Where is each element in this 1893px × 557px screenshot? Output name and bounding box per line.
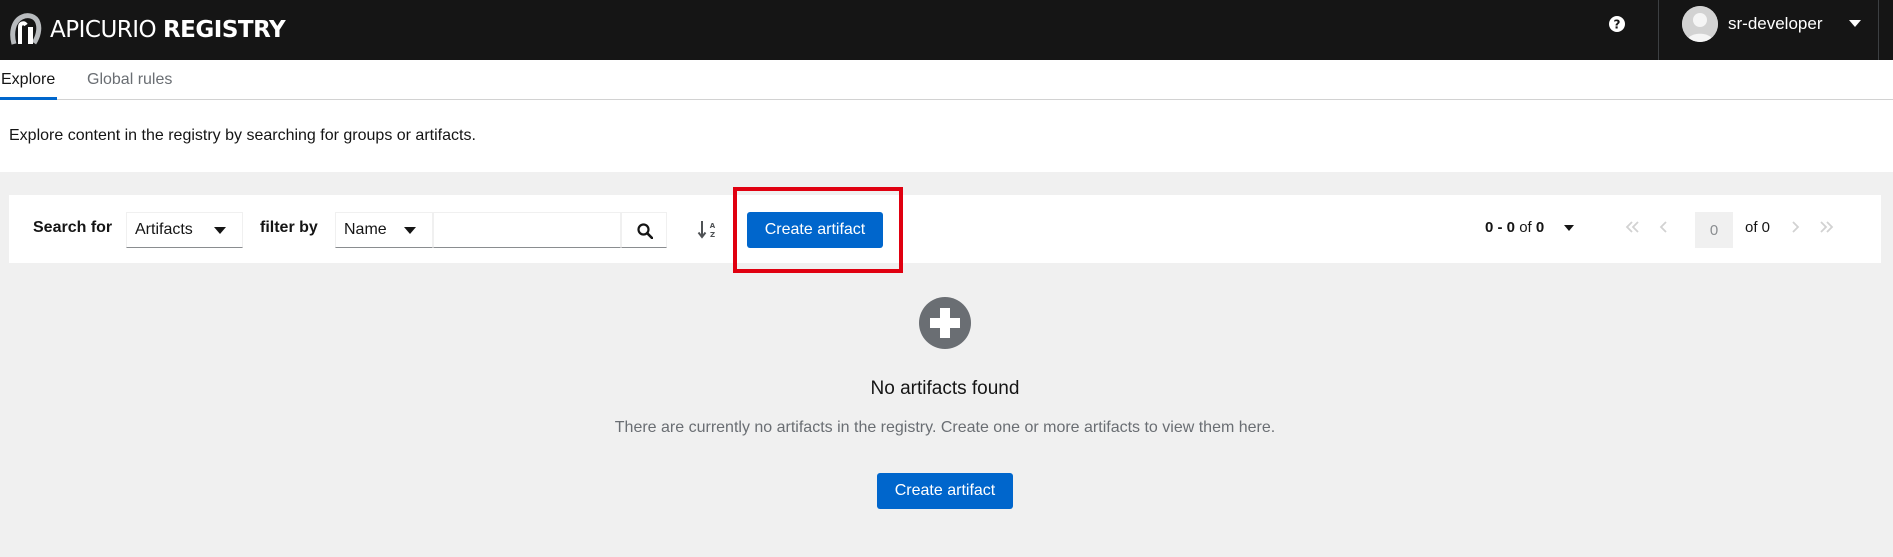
empty-state-create-artifact-button[interactable]: Create artifact bbox=[877, 473, 1013, 509]
pagination-total: 0 bbox=[1535, 219, 1545, 236]
search-for-select[interactable]: Artifacts bbox=[126, 212, 243, 248]
last-page-icon[interactable] bbox=[1814, 215, 1838, 239]
first-page-icon[interactable] bbox=[1621, 215, 1645, 239]
empty-state-body: There are currently no artifacts in the … bbox=[614, 419, 1276, 436]
create-artifact-button[interactable]: Create artifact bbox=[747, 212, 883, 248]
caret-down-icon bbox=[214, 227, 226, 234]
page-description-section: Explore content in the registry by searc… bbox=[0, 100, 1893, 172]
filter-by-label: filter by bbox=[260, 219, 318, 236]
brand-name-bold: REGISTRY bbox=[162, 17, 286, 43]
brand[interactable]: APICURIO REGISTRY bbox=[8, 10, 286, 50]
tab-explore[interactable]: Explore bbox=[0, 60, 58, 100]
search-icon bbox=[637, 223, 653, 239]
empty-state-title: No artifacts found bbox=[870, 378, 1020, 399]
pagination-caret-down-icon[interactable] bbox=[1561, 222, 1577, 234]
user-avatar-icon bbox=[1682, 6, 1718, 42]
previous-page-icon[interactable] bbox=[1652, 215, 1676, 239]
avatar bbox=[1682, 6, 1718, 42]
user-menu-toggle[interactable]: sr-developer bbox=[1682, 6, 1861, 42]
search-input[interactable] bbox=[433, 212, 621, 248]
plus-circle-icon bbox=[919, 297, 971, 349]
masthead-divider bbox=[1658, 0, 1659, 60]
tabs-bar: Explore Global rules bbox=[0, 60, 1893, 100]
masthead-divider-right bbox=[1878, 0, 1879, 60]
tab-global-rules[interactable]: Global rules bbox=[87, 60, 172, 100]
svg-text:Z: Z bbox=[710, 231, 715, 239]
apicurio-logo-icon bbox=[10, 13, 42, 45]
search-for-value: Artifacts bbox=[135, 221, 193, 238]
caret-down-icon bbox=[1848, 20, 1861, 27]
user-name: sr-developer bbox=[1728, 14, 1823, 33]
svg-text:A: A bbox=[710, 222, 716, 230]
artifacts-toolbar: Search for Artifacts filter by Name A Z … bbox=[9, 195, 1881, 263]
filter-by-select[interactable]: Name bbox=[335, 212, 433, 248]
page-of-label: of 0 bbox=[1745, 219, 1771, 236]
search-for-label: Search for bbox=[33, 219, 113, 236]
pagination-range: 0 - 0 bbox=[1485, 219, 1516, 236]
brand-name-light: APICURIO bbox=[50, 17, 157, 43]
pagination-count: 0 - 0 of 0 bbox=[1485, 219, 1544, 236]
page-description: Explore content in the registry by searc… bbox=[9, 127, 476, 144]
caret-down-icon bbox=[404, 227, 416, 234]
search-button[interactable] bbox=[621, 212, 667, 248]
page-number-input[interactable] bbox=[1695, 212, 1733, 248]
question-circle-icon[interactable]: ? bbox=[1605, 12, 1629, 36]
next-page-icon[interactable] bbox=[1783, 215, 1807, 239]
pagination-of: of bbox=[1519, 219, 1532, 236]
masthead: APICURIO REGISTRY ? sr-developer bbox=[0, 0, 1893, 60]
sort-alpha-icon[interactable]: A Z bbox=[697, 217, 719, 241]
brand-name: APICURIO REGISTRY bbox=[50, 17, 286, 43]
svg-text:?: ? bbox=[1614, 18, 1621, 32]
filter-by-value: Name bbox=[344, 221, 387, 238]
